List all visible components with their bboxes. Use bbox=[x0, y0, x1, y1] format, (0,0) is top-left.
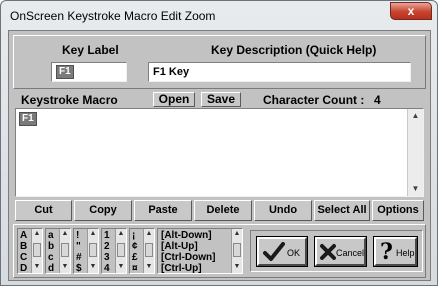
char-list-lower-scrollbar[interactable]: ▲ ▼ bbox=[59, 229, 70, 273]
char-list-upper-items: A B C D bbox=[20, 230, 28, 274]
scroll-thumb[interactable] bbox=[117, 243, 125, 257]
key-label-value: F1 bbox=[56, 65, 74, 79]
cut-button[interactable]: Cut bbox=[15, 200, 72, 221]
down-arrow-icon[interactable]: ▼ bbox=[32, 262, 42, 272]
client-area: Key Label Key Description (Quick Help) F… bbox=[8, 30, 431, 281]
char-list-extended[interactable]: ¡ ¢ £ ¤ ▲ ▼ bbox=[129, 228, 155, 274]
checkmark-icon bbox=[263, 242, 285, 261]
character-count-label: Character Count : bbox=[263, 93, 365, 107]
select-all-button[interactable]: Select All bbox=[314, 200, 370, 221]
macro-editor[interactable]: F1 ▲ ▼ bbox=[15, 108, 424, 197]
char-list-lower-items: a b c d bbox=[48, 230, 55, 274]
help-label: Help bbox=[396, 248, 415, 258]
down-arrow-icon[interactable]: ▼ bbox=[60, 262, 70, 272]
key-info-panel: Key Label Key Description (Quick Help) F… bbox=[13, 35, 426, 89]
window-title: OnScreen Keystroke Macro Edit Zoom bbox=[10, 9, 216, 23]
save-button[interactable]: Save bbox=[201, 92, 241, 107]
char-list-digits-items: 1 2 3 4 bbox=[104, 230, 110, 274]
char-list-symbols-items: ! " # $ bbox=[76, 230, 82, 274]
scroll-down-arrow-icon[interactable]: ▼ bbox=[408, 182, 423, 196]
undo-button[interactable]: Undo bbox=[254, 200, 312, 221]
help-button[interactable]: ? Help bbox=[373, 236, 418, 267]
action-button-group: OK Cancel ? Help bbox=[250, 230, 423, 272]
macro-token: F1 bbox=[19, 112, 37, 126]
ok-label: OK bbox=[287, 248, 301, 258]
options-button[interactable]: Options bbox=[372, 200, 424, 221]
scroll-thumb[interactable] bbox=[233, 243, 241, 257]
char-list-symbols[interactable]: ! " # $ ▲ ▼ bbox=[73, 228, 99, 274]
char-list-extended-items: ¡ ¢ £ ¤ bbox=[132, 230, 138, 274]
cancel-label: Cancel bbox=[336, 248, 365, 258]
ok-button[interactable]: OK bbox=[256, 236, 308, 267]
char-list-special-keys[interactable]: [Alt-Down] [Alt-Up] [Ctrl-Down] [Ctrl-Up… bbox=[157, 228, 243, 274]
scroll-thumb[interactable] bbox=[61, 243, 69, 257]
edit-button-row: Cut Copy Paste Delete Undo Select All Op… bbox=[15, 200, 424, 221]
scroll-thumb[interactable] bbox=[145, 243, 153, 257]
scroll-thumb[interactable] bbox=[89, 243, 97, 257]
up-arrow-icon[interactable]: ▲ bbox=[116, 229, 126, 239]
down-arrow-icon[interactable]: ▼ bbox=[116, 262, 126, 272]
char-list-extended-scrollbar[interactable]: ▲ ▼ bbox=[143, 229, 154, 273]
up-arrow-icon[interactable]: ▲ bbox=[60, 229, 70, 239]
char-list-upper-scrollbar[interactable]: ▲ ▼ bbox=[31, 229, 42, 273]
macro-scrollbar[interactable]: ▲ ▼ bbox=[407, 109, 423, 196]
x-mark-icon bbox=[320, 244, 336, 260]
question-mark-icon: ? bbox=[380, 239, 393, 265]
paste-button[interactable]: Paste bbox=[134, 200, 192, 221]
dialog-window: OnScreen Keystroke Macro Edit Zoom x Key… bbox=[0, 0, 438, 286]
up-arrow-icon[interactable]: ▲ bbox=[32, 229, 42, 239]
char-list-special-keys-items: [Alt-Down] [Alt-Up] [Ctrl-Down] [Ctrl-Up… bbox=[161, 230, 216, 274]
char-list-symbols-scrollbar[interactable]: ▲ ▼ bbox=[87, 229, 98, 273]
char-list-upper[interactable]: A B C D ▲ ▼ bbox=[17, 228, 43, 274]
title-bar[interactable]: OnScreen Keystroke Macro Edit Zoom x bbox=[1, 1, 437, 31]
key-description-header: Key Description (Quick Help) bbox=[211, 43, 377, 57]
down-arrow-icon[interactable]: ▼ bbox=[144, 262, 154, 272]
macro-header-row: Keystroke Macro Open Save Character Coun… bbox=[13, 91, 426, 109]
cancel-button[interactable]: Cancel bbox=[314, 236, 367, 267]
close-icon: x bbox=[407, 4, 415, 18]
open-button[interactable]: Open bbox=[153, 92, 195, 107]
copy-button[interactable]: Copy bbox=[74, 200, 132, 221]
scroll-thumb[interactable] bbox=[33, 243, 41, 257]
key-label-input[interactable]: F1 bbox=[51, 62, 127, 82]
macro-header: Keystroke Macro bbox=[21, 93, 118, 107]
char-list-digits-scrollbar[interactable]: ▲ ▼ bbox=[115, 229, 126, 273]
char-list-digits[interactable]: 1 2 3 4 ▲ ▼ bbox=[101, 228, 127, 274]
char-list-special-scrollbar[interactable]: ▲ ▼ bbox=[231, 229, 242, 273]
down-arrow-icon[interactable]: ▼ bbox=[88, 262, 98, 272]
character-lists-panel: A B C D ▲ ▼ a b c d ▲ ▼ ! " # $ ▲ ▼ 1 2 … bbox=[13, 224, 426, 278]
close-button[interactable]: x bbox=[390, 2, 432, 20]
key-description-input[interactable]: F1 Key bbox=[148, 62, 411, 82]
up-arrow-icon[interactable]: ▲ bbox=[144, 229, 154, 239]
up-arrow-icon[interactable]: ▲ bbox=[88, 229, 98, 239]
down-arrow-icon[interactable]: ▼ bbox=[232, 262, 242, 272]
char-list-lower[interactable]: a b c d ▲ ▼ bbox=[45, 228, 71, 274]
up-arrow-icon[interactable]: ▲ bbox=[232, 229, 242, 239]
delete-button[interactable]: Delete bbox=[194, 200, 252, 221]
scroll-up-arrow-icon[interactable]: ▲ bbox=[408, 109, 423, 123]
character-count-value: 4 bbox=[374, 93, 381, 107]
key-label-header: Key Label bbox=[62, 43, 119, 57]
